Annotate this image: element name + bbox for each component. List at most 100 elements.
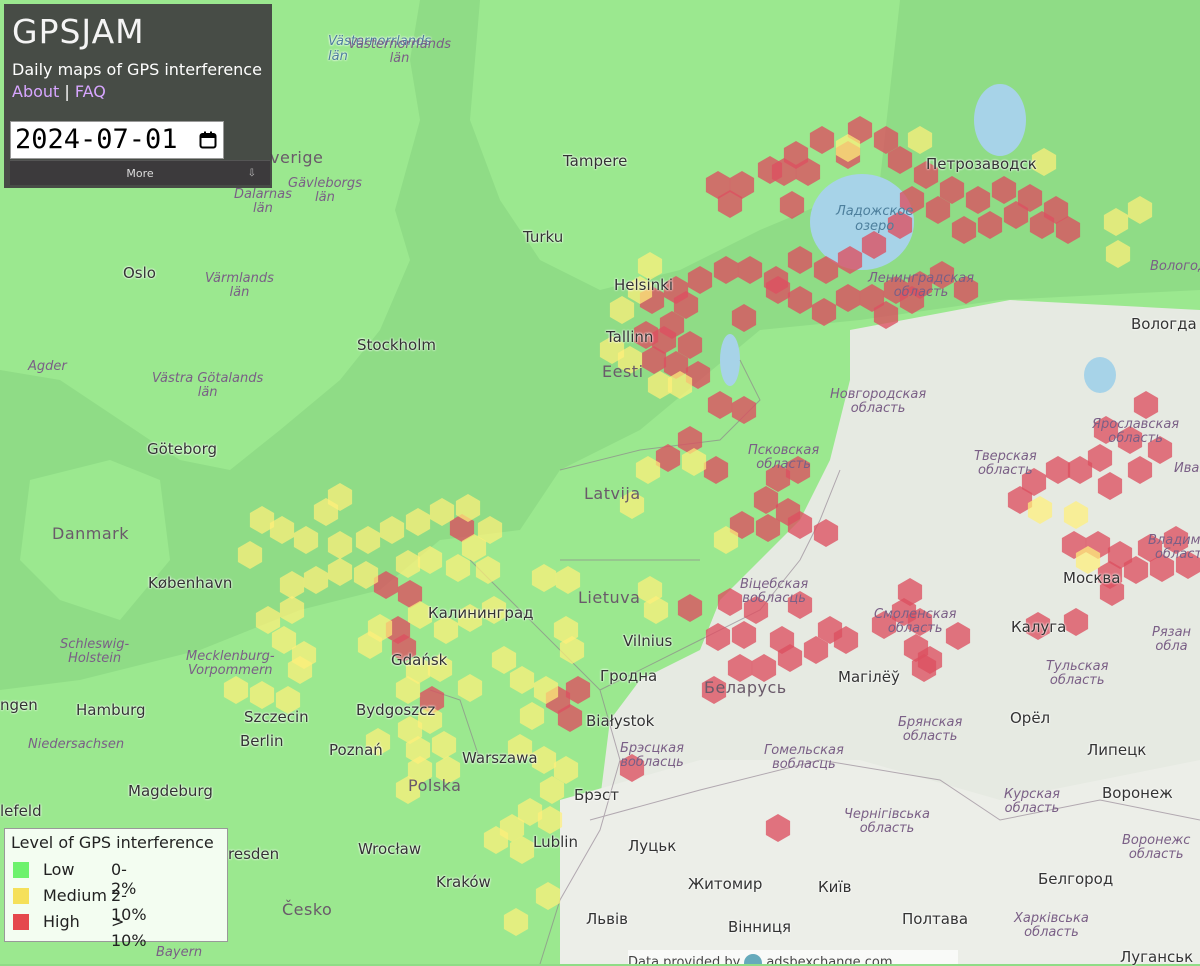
country-label: Latvija [584,484,641,503]
city-label: Göteborg [147,440,218,458]
city-label: Lublin [533,833,578,851]
adsbexchange-logo-icon [744,953,763,964]
more-toggle[interactable]: More ⇩ [10,160,270,185]
city-label: Tallinn [606,328,654,346]
region-label: Смоленская область [874,607,957,636]
region-label: Niedersachsen [28,737,125,752]
legend-swatch [13,888,29,904]
region-label: Харківська область [1014,911,1089,940]
app-title: GPSJAM [12,12,145,51]
city-label: Oslo [123,264,156,282]
city-label: Белгород [1038,870,1114,888]
country-label: verige [270,148,324,167]
city-label: Москва [1063,569,1121,587]
city-label: Львів [586,910,628,928]
country-label: Lietuva [578,588,641,607]
legend-level-name: High [43,912,80,931]
region-label: Gävleborgs län [288,176,362,205]
region-label: Иван [1174,461,1200,476]
legend: Level of GPS interference Low 0-2% Mediu… [4,828,228,950]
city-label: Kraków [436,873,491,891]
about-link[interactable]: About [12,82,59,101]
city-label: Wrocław [358,840,422,858]
region-label: Тверская область [974,449,1037,478]
city-label: Helsinki [614,276,674,294]
city-label: Вологда [1131,315,1197,333]
country-label: Danmark [52,524,129,543]
city-label: Калуга [1011,618,1067,636]
country-label: Eesti [602,362,644,381]
faq-link[interactable]: FAQ [75,82,106,101]
region-label: Dalarnas län [234,187,292,216]
link-separator: | [64,82,70,101]
city-label: Warszawa [462,749,538,767]
city-label: ngen [0,696,38,714]
legend-title: Level of GPS interference [11,833,214,852]
lake-onega [974,84,1026,156]
city-label: Київ [818,878,852,896]
city-label: Петрозаводск [926,155,1037,173]
city-label: Szczecin [244,708,309,726]
city-label: Полтава [902,910,969,928]
city-label: Воронеж [1102,784,1173,802]
region-label: Гомельская вобласць [764,743,844,772]
credit-source[interactable]: adsbexchange.com [766,955,892,964]
region-label: Новгородская область [830,387,927,416]
city-label: lefeld [0,802,42,820]
city-label: Berlin [240,732,284,750]
credit-text: Data provided by [628,955,741,964]
region-label: Рязан обла [1152,625,1192,654]
region-label: Воронежс область [1122,833,1191,862]
region-label: Віцебская вобласць [740,577,809,606]
city-label: Липецк [1087,741,1147,759]
city-label: Гродна [600,667,658,685]
region-label: Брэсцкая вобласць [620,741,684,770]
country-label: Беларусь [704,678,787,697]
data-credit: Data provided by adsbexchange.com [628,950,958,964]
country-label: Polska [408,776,462,795]
city-label: Białystok [586,712,655,730]
city-label: Vilnius [623,632,673,650]
region-label: Курская область [1004,787,1060,816]
lake-label: Ладожское озеро [836,204,914,234]
city-label: Луцьк [628,837,677,855]
city-label: Tampere [563,152,628,170]
region-label: Брянская область [898,715,963,744]
city-label: København [148,574,233,592]
date-input[interactable]: 2024-07-01 [10,121,224,159]
region-label: Västernorrlands län [348,37,451,66]
city-label: Орёл [1010,709,1051,727]
region-label: Псковская область [748,443,820,472]
lake-rybinsk [1084,357,1116,393]
more-label: More [126,167,154,180]
city-label: Turku [523,228,564,246]
app-tagline: Daily maps of GPS interference [12,60,262,79]
city-label: Калининград [428,604,534,622]
region-label: Agder [28,359,67,374]
date-value: 2024-07-01 [15,124,178,155]
nav-links: About | FAQ [12,82,106,101]
lake-peipus [720,334,740,386]
legend-swatch [13,862,29,878]
city-label: Hamburg [76,701,146,719]
region-label: Bayern [156,945,203,960]
city-label: Gdańsk [391,651,448,669]
region-label: Чернігівська область [844,807,931,836]
city-label: Вінниця [728,918,792,936]
region-label: Тульская область [1046,659,1109,688]
city-label: Stockholm [357,336,436,354]
legend-level-name: Medium [43,886,107,905]
expand-handle-icon: ⇩ [247,168,256,179]
country-label: Česko [282,900,333,919]
city-label: Poznań [329,741,383,759]
calendar-icon[interactable] [199,131,217,149]
region-label: Вологод [1150,259,1200,274]
region-label: Schleswig- Holstein [60,637,130,666]
control-panel: GPSJAM Daily maps of GPS interference Ab… [4,4,272,188]
city-label: Магілёў [838,668,900,686]
region-label: Värmlands län [205,271,274,300]
city-label: Magdeburg [128,782,213,800]
region-label: Västra Götalands län [152,371,264,400]
city-label: Житомир [688,875,763,893]
city-label: Bydgoszcz [356,701,436,719]
